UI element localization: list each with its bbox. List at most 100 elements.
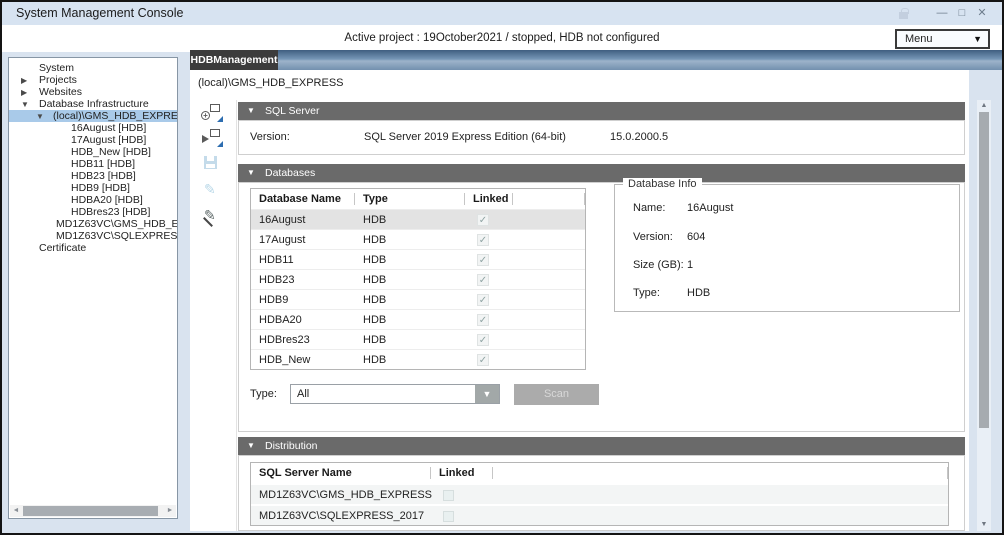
column-header-empty: [493, 463, 948, 483]
field-label: Size (GB):: [633, 259, 684, 271]
table-row[interactable]: HDBA20 HDB ✓: [251, 309, 585, 329]
sidebar-item-hdbres23[interactable]: HDBres23 [HDB]: [9, 206, 177, 218]
section-header-sql-server[interactable]: ▼ SQL Server: [238, 102, 965, 120]
scroll-up-icon[interactable]: ▲: [977, 100, 991, 112]
table-row[interactable]: HDBres23 HDB ✓: [251, 329, 585, 349]
save-button[interactable]: [200, 154, 224, 174]
column-header-linked[interactable]: Linked: [465, 189, 513, 209]
sidebar-item-hdba20[interactable]: HDBA20 [HDB]: [9, 194, 177, 206]
close-button[interactable]: ✕: [972, 2, 992, 25]
column-header-linked[interactable]: Linked: [431, 463, 493, 483]
chevron-down-icon[interactable]: ▼: [36, 111, 44, 122]
sidebar-item-websites[interactable]: ▶Websites: [9, 86, 177, 98]
sidebar-item-hdb9[interactable]: HDB9 [HDB]: [9, 182, 177, 194]
sidebar-item-database-infrastructure[interactable]: ▼Database Infrastructure: [9, 98, 177, 110]
section-title: SQL Server: [265, 102, 319, 120]
main-vertical-scrollbar[interactable]: ▲ ▼: [977, 100, 991, 531]
breadcrumb: (local)\GMS_HDB_EXPRESS: [198, 77, 344, 89]
table-row[interactable]: MD1Z63VC\GMS_HDB_EXPRESS: [251, 483, 948, 504]
table-row[interactable]: MD1Z63VC\SQLEXPRESS_2017: [251, 504, 948, 525]
link-button[interactable]: ✎: [200, 180, 224, 200]
chevron-right-icon[interactable]: ▶: [21, 75, 27, 86]
field-label: Type:: [633, 287, 660, 299]
table-row[interactable]: HDB11 HDB ✓: [251, 249, 585, 269]
chevron-down-icon[interactable]: ▼: [475, 385, 499, 403]
add-database-button[interactable]: [200, 103, 224, 123]
checkbox-checked-icon: ✓: [477, 234, 489, 246]
sidebar-item-hdb11[interactable]: HDB11 [HDB]: [9, 158, 177, 170]
sidebar-item-local-gms-hdb-express[interactable]: ▼(local)\GMS_HDB_EXPRESS: [9, 110, 177, 122]
type-filter-dropdown[interactable]: All ▼: [290, 384, 500, 404]
app-window: System Management Console — □ ✕ Active p…: [0, 0, 1004, 535]
info-field: Name: 16August: [615, 202, 959, 215]
add-database-icon: [210, 104, 220, 112]
checkbox-checked-icon: ✓: [477, 294, 489, 306]
sidebar-item-md1z63vc-gms-hdb-express[interactable]: MD1Z63VC\GMS_HDB_EXPRESS: [9, 218, 177, 230]
unlink-button[interactable]: ✎: [200, 206, 224, 226]
scroll-right-icon[interactable]: ►: [164, 505, 176, 517]
table-row[interactable]: 16August HDB ✓: [251, 209, 585, 229]
table-row[interactable]: HDB_New HDB ✓: [251, 349, 585, 369]
column-header-empty: [513, 189, 585, 209]
field-label: Version:: [633, 231, 673, 243]
navigation-tree: System ▶Projects ▶Websites ▼Database Inf…: [9, 62, 177, 254]
minimize-button[interactable]: —: [932, 2, 952, 25]
menu-dropdown[interactable]: Menu ▼: [895, 29, 990, 49]
table-row[interactable]: 17August HDB ✓: [251, 229, 585, 249]
column-header-type[interactable]: Type: [355, 189, 465, 209]
section-title: Databases: [265, 164, 315, 182]
section-header-databases[interactable]: ▼ Databases: [238, 164, 965, 182]
checkbox-checked-icon: ✓: [477, 334, 489, 346]
checkbox-checked-icon: ✓: [477, 254, 489, 266]
sidebar-item-hdb23[interactable]: HDB23 [HDB]: [9, 170, 177, 182]
chevron-right-icon[interactable]: ▶: [21, 87, 27, 98]
database-info-groupbox: Database Info Name: 16August Version: 60…: [614, 184, 960, 312]
link-icon: ✎: [204, 181, 216, 198]
collapse-section-icon[interactable]: ▼: [247, 437, 255, 455]
scrollbar-thumb[interactable]: [979, 112, 989, 428]
tab-hdbmanagement[interactable]: HDBManagement: [190, 50, 278, 70]
sidebar-item-hdb-new[interactable]: HDB_New [HDB]: [9, 146, 177, 158]
checkbox-checked-icon: ✓: [477, 354, 489, 366]
version-label: Version:: [250, 120, 290, 155]
checkbox-checked-icon: ✓: [477, 214, 489, 226]
chevron-down-icon[interactable]: ▼: [21, 99, 29, 110]
section-header-distribution[interactable]: ▼ Distribution: [238, 437, 965, 455]
sidebar-item-md1z63vc-sqlexpress-2017[interactable]: MD1Z63VC\SQLEXPRESS_2017: [9, 230, 177, 242]
sidebar-horizontal-scrollbar[interactable]: ◄ ►: [10, 505, 176, 517]
dropdown-selected-value: All: [297, 385, 309, 403]
attach-database-button[interactable]: [200, 128, 224, 148]
checkbox-unchecked-icon: [443, 490, 454, 501]
collapse-section-icon[interactable]: ▼: [247, 164, 255, 182]
column-header-database-name[interactable]: Database Name: [251, 189, 355, 209]
window-title: System Management Console: [16, 2, 183, 25]
menu-label: Menu: [905, 31, 933, 47]
scan-button[interactable]: Scan: [514, 384, 599, 405]
lock-icon: [899, 12, 908, 19]
field-value: 604: [687, 231, 705, 243]
column-header-sql-server-name[interactable]: SQL Server Name: [251, 463, 431, 483]
sidebar-item-projects[interactable]: ▶Projects: [9, 74, 177, 86]
scrollbar-thumb[interactable]: [23, 506, 158, 516]
scroll-left-icon[interactable]: ◄: [10, 505, 22, 517]
info-field: Version: 604: [615, 231, 959, 244]
databases-table: Database Name Type Linked 16August HDB ✓…: [250, 188, 586, 370]
sidebar-item-system[interactable]: System: [9, 62, 177, 74]
field-value: HDB: [687, 287, 710, 299]
scroll-down-icon[interactable]: ▼: [977, 519, 991, 531]
sidebar-item-17august[interactable]: 17August [HDB]: [9, 134, 177, 146]
groupbox-title: Database Info: [623, 178, 702, 190]
table-row[interactable]: HDB23 HDB ✓: [251, 269, 585, 289]
sidebar-item-certificate[interactable]: Certificate: [9, 242, 177, 254]
table-header-row: Database Name Type Linked: [251, 189, 585, 209]
table-row[interactable]: HDB9 HDB ✓: [251, 289, 585, 309]
maximize-button[interactable]: □: [952, 2, 972, 25]
collapse-section-icon[interactable]: ▼: [247, 102, 255, 120]
sql-server-panel: [238, 120, 965, 155]
titlebar: System Management Console — □ ✕: [2, 2, 1002, 25]
field-value: 1: [687, 259, 693, 271]
table-header-row: SQL Server Name Linked: [251, 463, 948, 483]
sidebar-item-16august[interactable]: 16August [HDB]: [9, 122, 177, 134]
chevron-down-icon: ▼: [973, 31, 982, 47]
info-field: Size (GB): 1: [615, 259, 959, 272]
